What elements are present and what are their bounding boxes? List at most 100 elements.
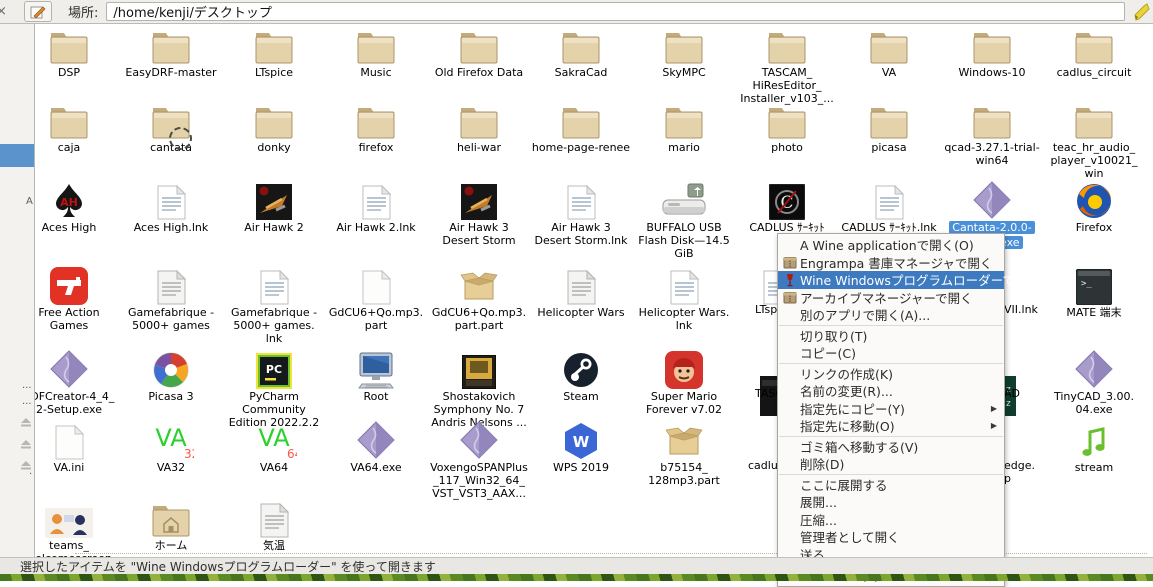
desktop-item[interactable]: donky [222, 105, 326, 154]
menu-item-open-with-wine-loader[interactable]: Wine Windowsプログラムローダーで開く [778, 271, 1004, 289]
desktop-item[interactable]: Picasa 3 [119, 354, 223, 403]
desktop-item[interactable]: qcad-3.27.1-trial-win64 [940, 105, 1044, 167]
desktop-item[interactable]: Air Hawk 2 [222, 185, 326, 234]
menu-item-delete[interactable]: 削除(D) [778, 455, 1004, 473]
menu-item-extract-here[interactable]: ここに展開する [778, 476, 1004, 494]
desktop-item[interactable]: TASCAM_HiResEditor_Installer_v103_... [735, 30, 839, 105]
desktop-item-label: WPS 2019 [529, 461, 633, 474]
sidebar-selected-place[interactable] [0, 144, 34, 167]
menu-item-rename[interactable]: 名前の変更(R)... [778, 382, 1004, 400]
desktop-item-fragment[interactable]: edge.p [1004, 459, 1035, 485]
desktop-item-label: stream [1042, 461, 1146, 474]
menu-item-open-with-engrampa[interactable]: Engrampa 書庫マネージャで開く [778, 254, 1004, 272]
desktop-item[interactable]: Music [324, 30, 428, 79]
desktop-item[interactable]: cantata [119, 105, 223, 154]
desktop-item-label: Super MarioForever v7.02 [632, 390, 736, 416]
desktop-item[interactable]: Gamefabrique -5000+ games [119, 270, 223, 332]
desktop-item[interactable]: VoxengoSPANPlus_117_Win32_64_VST_VST3_AA… [427, 425, 531, 500]
folder-icon [632, 105, 736, 140]
desktop-item[interactable]: CCADLUS ｻｰｷｯﾄ [735, 185, 839, 234]
desktop-item[interactable]: teac_hr_audio_player_v10021_win [1042, 105, 1146, 180]
desktop-item[interactable]: VA64.exe [324, 425, 428, 474]
desktop-item[interactable]: photo [735, 105, 839, 154]
menu-item-make-link[interactable]: リンクの作成(K) [778, 365, 1004, 383]
desktop-item[interactable]: Helicopter Wars [529, 270, 633, 319]
menu-item-cut[interactable]: 切り取り(T) [778, 327, 1004, 345]
desktop-item-label: Air Hawk 3Desert Storm [427, 221, 531, 247]
desktop-item[interactable]: Old Firefox Data [427, 30, 531, 79]
cadlus-icon: C [735, 185, 839, 220]
desktop-item[interactable]: stream [1042, 425, 1146, 474]
desktop-item[interactable]: WWPS 2019 [529, 425, 633, 474]
desktop-item-label: SkyMPC [632, 66, 736, 79]
location-input[interactable] [106, 2, 1125, 21]
desktop-item-label: Picasa 3 [119, 390, 223, 403]
desktop-item[interactable]: GdCU6+Qo.mp3.part.part [427, 270, 531, 332]
desktop-item[interactable]: LTspice [222, 30, 326, 79]
desktop-item[interactable]: Steam [529, 354, 633, 403]
menu-item-compress[interactable]: 圧縮... [778, 511, 1004, 529]
blank-icon [782, 495, 797, 509]
edit-location-button[interactable] [24, 1, 52, 22]
desktop-item[interactable]: cadlus_circuit [1042, 30, 1146, 79]
desktop-item[interactable]: SkyMPC [632, 30, 736, 79]
desktop-item[interactable]: mario [632, 105, 736, 154]
desktop-item[interactable]: SakraCad [529, 30, 633, 79]
menu-item-extract-to[interactable]: 展開... [778, 493, 1004, 511]
desktop-item[interactable]: Air Hawk 2.lnk [324, 185, 428, 234]
menu-item-move-to[interactable]: 指定先に移動(O)▶ [778, 417, 1004, 435]
desktop-item[interactable]: Helicopter Wars.lnk [632, 270, 736, 332]
diamond-icon [324, 425, 428, 460]
desktop-item[interactable]: VA64VA64 [222, 425, 326, 474]
desktop-item[interactable]: Cantata-2.0.0- [940, 185, 1044, 234]
desktop-item[interactable]: Super MarioForever v7.02 [632, 354, 736, 416]
sidebar-text-fragment: A [26, 196, 33, 207]
eject-icon[interactable] [20, 455, 32, 474]
desktop-item[interactable]: ShostakovichSymphony No. 7Andris Nelsons… [427, 354, 531, 429]
desktop-item[interactable]: picasa [837, 105, 941, 154]
menu-item-copy-to[interactable]: 指定先にコピー(Y)▶ [778, 400, 1004, 418]
desktop-item[interactable]: Firefox [1042, 185, 1146, 234]
desktop-item[interactable]: 気温 [222, 503, 326, 552]
desktop-item[interactable]: Windows-10 [940, 30, 1044, 79]
desktop-item[interactable]: >_MATE 端末 [1042, 270, 1146, 319]
desktop-item[interactable]: home-page-renee [529, 105, 633, 154]
desktop-item-fragment[interactable]: AD [1004, 387, 1020, 400]
desktop-item[interactable]: Root [324, 354, 428, 403]
menu-item-move-to-trash[interactable]: ゴミ箱へ移動する(V) [778, 438, 1004, 456]
desktop-item[interactable]: VA32VA32 [119, 425, 223, 474]
desktop-item[interactable]: Aces High.lnk [119, 185, 223, 234]
picasa-icon [119, 354, 223, 389]
svg-text:VA: VA [155, 424, 187, 452]
blank-icon [782, 384, 797, 398]
desktop-item[interactable]: Air Hawk 3Desert Storm.lnk [529, 185, 633, 247]
desktop-item[interactable]: CADLUS ｻｰｷｯﾄ.lnk [837, 185, 941, 234]
desktop-item[interactable]: firefox [324, 105, 428, 154]
eject-icon[interactable] [20, 434, 32, 453]
menu-item-open-as-administrator[interactable]: 管理者として開く [778, 528, 1004, 546]
desktop-item[interactable]: PCPyCharmCommunityEdition 2022.2.2 [222, 354, 326, 429]
desktop-item[interactable]: b75154_128mp3.part [632, 425, 736, 487]
desktop-item[interactable]: heli-war [427, 105, 531, 154]
menu-item-open-with-wine-application[interactable]: A Wine applicationで開く(O) [778, 236, 1004, 254]
desktop-item[interactable]: BUFFALO USBFlash Disk—14.5GiB [632, 185, 736, 260]
desktop-item-fragment[interactable]: LTsp [755, 303, 777, 316]
desktop-item[interactable]: GdCU6+Qo.mp3.part [324, 270, 428, 332]
desktop-item[interactable]: Air Hawk 3Desert Storm [427, 185, 531, 247]
menu-item-open-with-archive-manager[interactable]: アーカイブマネージャーで開く [778, 289, 1004, 307]
archive-icon [782, 290, 797, 304]
desktop-item[interactable]: VA [837, 30, 941, 79]
mario-icon [632, 354, 736, 389]
desktop-item[interactable]: TinyCAD_3.00.04.exe [1042, 354, 1146, 416]
desktop-item[interactable]: ホーム [119, 503, 223, 552]
close-icon[interactable]: × [0, 4, 6, 19]
menu-item-copy[interactable]: コピー(C) [778, 344, 1004, 362]
desktop-item-fragment[interactable]: VII.lnk [1004, 303, 1038, 316]
menu-item-label: アーカイブマネージャーで開く [800, 288, 973, 307]
eject-icon[interactable] [20, 412, 32, 431]
svg-text:VA: VA [258, 424, 290, 452]
desktop-item[interactable]: EasyDRF-master [119, 30, 223, 79]
folder-icon [119, 30, 223, 65]
menu-item-open-with-other-app[interactable]: 別のアプリで開く(A)... [778, 306, 1004, 324]
desktop-item[interactable]: Gamefabrique -5000+ games.lnk [222, 270, 326, 345]
